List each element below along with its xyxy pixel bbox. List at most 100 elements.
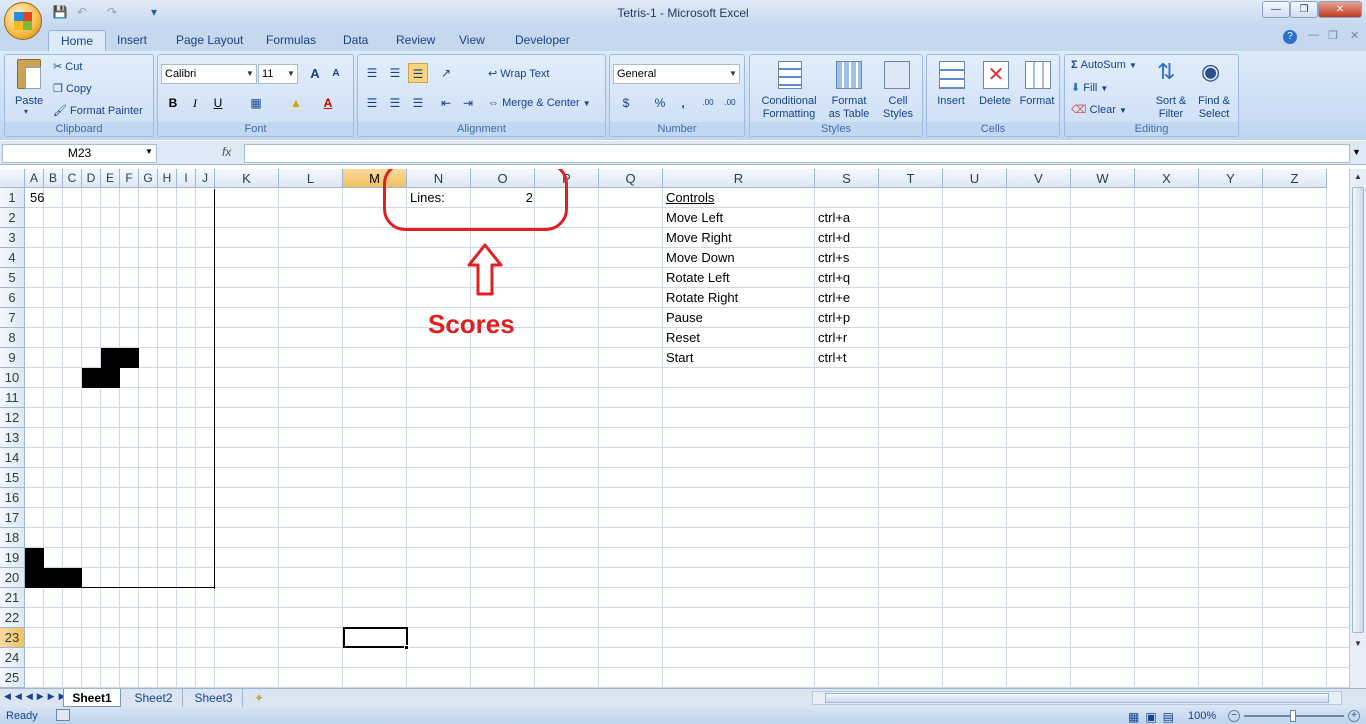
control-action[interactable]: Start bbox=[666, 348, 693, 368]
save-icon[interactable]: 💾 bbox=[52, 5, 68, 21]
sheet-tab-sheet2[interactable]: Sheet2 bbox=[125, 689, 183, 707]
find-select-button[interactable]: ◉ Find & Select bbox=[1193, 59, 1235, 121]
font-color-button[interactable]: A bbox=[318, 93, 338, 113]
horizontal-scrollbar[interactable] bbox=[812, 691, 1342, 705]
borders-icon[interactable]: ▦ bbox=[246, 93, 266, 113]
column-header-l[interactable]: L bbox=[279, 169, 343, 188]
cell-r1[interactable]: Controls bbox=[666, 188, 714, 208]
italic-button[interactable]: I bbox=[185, 93, 205, 113]
row-header-9[interactable]: 9 bbox=[0, 348, 25, 368]
control-key[interactable]: ctrl+q bbox=[818, 268, 850, 288]
delete-cells-button[interactable]: ✕ Delete bbox=[973, 59, 1017, 121]
minimize-button[interactable]: — bbox=[1262, 1, 1290, 18]
select-all-corner[interactable] bbox=[0, 169, 25, 188]
maximize-button[interactable]: ❐ bbox=[1290, 1, 1318, 18]
row-header-13[interactable]: 13 bbox=[0, 428, 25, 448]
column-header-i[interactable]: I bbox=[177, 169, 196, 188]
row-header-21[interactable]: 21 bbox=[0, 588, 25, 608]
row-header-12[interactable]: 12 bbox=[0, 408, 25, 428]
row-header-10[interactable]: 10 bbox=[0, 368, 25, 388]
row-header-19[interactable]: 19 bbox=[0, 548, 25, 568]
row-header-5[interactable]: 5 bbox=[0, 268, 25, 288]
format-as-table-button[interactable]: Format as Table bbox=[824, 59, 874, 121]
increase-indent-icon[interactable]: ⇥ bbox=[458, 93, 478, 113]
paste-button[interactable]: Paste ▾ bbox=[9, 57, 49, 119]
row-header-23[interactable]: 23 bbox=[0, 628, 25, 648]
column-header-u[interactable]: U bbox=[943, 169, 1007, 188]
align-bottom-icon[interactable]: ☰ bbox=[408, 63, 428, 83]
column-header-q[interactable]: Q bbox=[599, 169, 663, 188]
column-header-j[interactable]: J bbox=[196, 169, 215, 188]
percent-button[interactable]: % bbox=[650, 93, 670, 113]
merge-center-button[interactable]: ⇔ Merge & Center ▼ bbox=[488, 97, 591, 109]
column-header-t[interactable]: T bbox=[879, 169, 943, 188]
tab-page-layout[interactable]: Page Layout bbox=[164, 30, 255, 51]
ribbon-minimize-icon[interactable]: — bbox=[1308, 29, 1319, 41]
copy-button[interactable]: ❐ Copy bbox=[53, 82, 92, 95]
column-header-v[interactable]: V bbox=[1007, 169, 1071, 188]
conditional-formatting-button[interactable]: Conditional Formatting bbox=[754, 59, 824, 121]
orientation-icon[interactable]: ↗ bbox=[436, 63, 456, 83]
control-key[interactable]: ctrl+a bbox=[818, 208, 850, 228]
undo-icon[interactable]: ↶ bbox=[74, 5, 90, 21]
decrease-indent-icon[interactable]: ⇤ bbox=[436, 93, 456, 113]
control-key[interactable]: ctrl+r bbox=[818, 328, 847, 348]
macro-record-icon[interactable] bbox=[56, 709, 70, 721]
row-header-2[interactable]: 2 bbox=[0, 208, 25, 228]
control-action[interactable]: Move Left bbox=[666, 208, 723, 228]
currency-button[interactable]: $ bbox=[616, 93, 636, 113]
bold-button[interactable]: B bbox=[163, 93, 183, 113]
row-header-25[interactable]: 25 bbox=[0, 668, 25, 688]
align-right-icon[interactable]: ☰ bbox=[408, 93, 428, 113]
format-painter-button[interactable]: 🖌 Format Painter bbox=[53, 104, 143, 117]
control-action[interactable]: Move Down bbox=[666, 248, 735, 268]
font-size-select[interactable]: 11 ▼ bbox=[258, 64, 298, 84]
zoom-slider-thumb[interactable] bbox=[1290, 710, 1296, 722]
column-header-s[interactable]: S bbox=[815, 169, 879, 188]
tab-developer[interactable]: Developer bbox=[503, 30, 582, 51]
decrease-decimal-button[interactable]: .00 bbox=[720, 93, 740, 113]
number-format-select[interactable]: General ▼ bbox=[613, 64, 740, 84]
tab-review[interactable]: Review bbox=[384, 30, 447, 51]
row-header-3[interactable]: 3 bbox=[0, 228, 25, 248]
shrink-font-button[interactable]: A bbox=[326, 64, 346, 84]
control-action[interactable]: Rotate Left bbox=[666, 268, 730, 288]
control-key[interactable]: ctrl+t bbox=[818, 348, 847, 368]
align-middle-icon[interactable]: ☰ bbox=[385, 63, 405, 83]
sort-filter-button[interactable]: ⇅ Sort & Filter bbox=[1151, 59, 1191, 121]
row-header-16[interactable]: 16 bbox=[0, 488, 25, 508]
vertical-scroll-thumb[interactable] bbox=[1352, 187, 1364, 633]
row-header-17[interactable]: 17 bbox=[0, 508, 25, 528]
name-box-dropdown-icon[interactable]: ▼ bbox=[145, 147, 153, 156]
control-action[interactable]: Pause bbox=[666, 308, 703, 328]
column-header-c[interactable]: C bbox=[63, 169, 82, 188]
zoom-out-icon[interactable]: − bbox=[1228, 710, 1240, 722]
font-family-select[interactable]: Calibri ▼ bbox=[161, 64, 257, 84]
comma-button[interactable]: , bbox=[673, 93, 693, 113]
active-cell-cursor[interactable] bbox=[343, 627, 408, 648]
tab-view[interactable]: View bbox=[447, 30, 497, 51]
fill-button[interactable]: ⬇ Fill ▼ bbox=[1071, 81, 1108, 94]
control-key[interactable]: ctrl+e bbox=[818, 288, 850, 308]
zoom-in-icon[interactable]: + bbox=[1348, 710, 1360, 722]
control-action[interactable]: Reset bbox=[666, 328, 700, 348]
column-header-w[interactable]: W bbox=[1071, 169, 1135, 188]
row-header-7[interactable]: 7 bbox=[0, 308, 25, 328]
sheet-tab-sheet1[interactable]: Sheet1 bbox=[63, 689, 121, 707]
column-header-b[interactable]: B bbox=[44, 169, 63, 188]
row-header-14[interactable]: 14 bbox=[0, 448, 25, 468]
sheet-tab-sheet3[interactable]: Sheet3 bbox=[185, 689, 243, 707]
zoom-level[interactable]: 100% bbox=[1188, 708, 1216, 724]
row-header-4[interactable]: 4 bbox=[0, 248, 25, 268]
control-key[interactable]: ctrl+p bbox=[818, 308, 850, 328]
ribbon-close-icon[interactable]: ✕ bbox=[1350, 29, 1359, 42]
row-header-22[interactable]: 22 bbox=[0, 608, 25, 628]
clear-button[interactable]: ⌫ Clear ▼ bbox=[1071, 103, 1127, 116]
tab-insert[interactable]: Insert bbox=[105, 30, 159, 51]
align-top-icon[interactable]: ☰ bbox=[362, 63, 382, 83]
control-key[interactable]: ctrl+s bbox=[818, 248, 849, 268]
formula-input[interactable] bbox=[244, 144, 1350, 163]
name-box[interactable]: M23 bbox=[2, 144, 157, 163]
wrap-text-button[interactable]: ↩ Wrap Text bbox=[488, 67, 549, 80]
scroll-down-icon[interactable]: ▼ bbox=[1350, 636, 1366, 652]
